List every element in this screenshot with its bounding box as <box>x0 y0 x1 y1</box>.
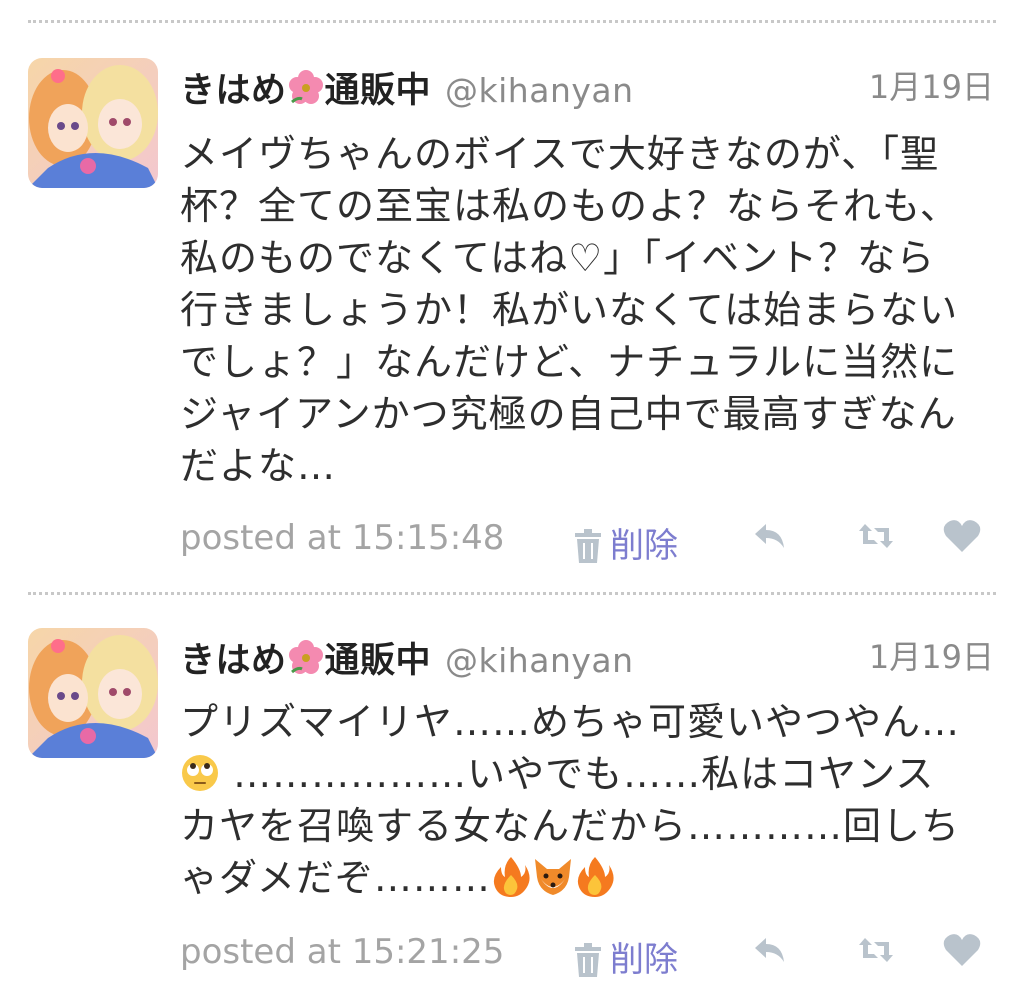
tweet-text-line: だよな… <box>180 444 337 488</box>
tweet-text-line: ゃダメだぞ……… <box>180 852 1000 904</box>
tweet-text-segment: ………………いやでも……私はコヤンス <box>220 752 935 796</box>
user-name-suffix: 通販中 <box>324 641 432 681</box>
tweet-text-line: プリズマイリヤ……めちゃ可愛いやつやん… <box>180 700 961 744</box>
tweet-text-line: 行きましょうか！私がいなくては始まらない <box>180 288 959 332</box>
delete-label: 削除 <box>610 940 678 980</box>
user-name-suffix: 通販中 <box>324 71 432 111</box>
tweet-text-line: でしょ？」なんだけど、ナチュラルに当然に <box>180 340 959 384</box>
hibiscus-icon <box>288 69 324 114</box>
user-name-text: きはめ <box>180 641 287 681</box>
tweet-date[interactable]: 1月19日 <box>869 62 994 108</box>
user-handle[interactable]: @kihanyan <box>445 641 634 680</box>
avatar[interactable] <box>28 58 158 188</box>
delete-label: 削除 <box>610 526 678 566</box>
divider <box>28 20 996 23</box>
reply-icon <box>755 524 784 548</box>
user-name[interactable]: きはめ 通販中 @kihanyan <box>180 62 634 114</box>
trash-icon <box>572 529 604 572</box>
like-button[interactable] <box>942 518 982 558</box>
hibiscus-icon <box>288 639 324 684</box>
fox-emoji <box>531 857 575 910</box>
tweet-footer: posted at 15:15:48 削除 <box>180 518 994 568</box>
tweet-footer: posted at 15:21:25 削除 <box>180 932 994 982</box>
rolling-eyes-emoji <box>180 753 220 806</box>
posted-time: posted at 15:15:48 <box>180 518 505 558</box>
trash-icon <box>572 943 604 982</box>
timeline: きはめ 通販中 @kihanyan 1月19日 メイヴちゃんのボイスで大好きなのが、… <box>0 0 1024 982</box>
retweet-button[interactable] <box>856 518 896 558</box>
tweet-text: メイヴちゃんのボイスで大好きなのが、「聖 杯？全ての至宝は私のものよ？ならそれも… <box>180 128 1000 492</box>
posted-time: posted at 15:21:25 <box>180 932 505 972</box>
tweet-header: きはめ 通販中 @kihanyan 1月19日 <box>180 630 994 686</box>
tweet-text-line: ジャイアンかつ究極の自己中で最高すぎなん <box>180 392 957 436</box>
user-handle[interactable]: @kihanyan <box>445 71 634 110</box>
tweet-header: きはめ 通販中 @kihanyan 1月19日 <box>180 60 994 116</box>
reply-icon <box>755 938 784 962</box>
avatar[interactable] <box>28 628 158 758</box>
heart-icon <box>943 520 981 552</box>
tweet-text-line: 私のものでなくてはね♡」「イベント？なら <box>180 236 936 280</box>
fire-emoji <box>491 855 531 910</box>
like-button[interactable] <box>942 932 982 972</box>
tweet-text: プリズマイリヤ……めちゃ可愛いやつやん… ………………いやでも……私はコヤンス … <box>180 696 1000 904</box>
heart-icon <box>943 934 981 966</box>
user-name[interactable]: きはめ 通販中 @kihanyan <box>180 632 634 684</box>
reply-button[interactable] <box>752 518 788 558</box>
tweet-text-line: カヤを召喚する女なんだから…………回しち <box>180 804 961 848</box>
tweet-text-segment: ゃダメだぞ……… <box>180 856 491 900</box>
divider <box>28 592 996 595</box>
tweet-text-line: 杯？全ての至宝は私のものよ？ならそれも、 <box>180 184 959 228</box>
tweet-text-line: メイヴちゃんのボイスで大好きなのが、「聖 <box>180 132 940 176</box>
delete-button[interactable]: 削除 <box>572 518 678 572</box>
tweet-text-line: ………………いやでも……私はコヤンス <box>180 748 1000 800</box>
tweet-date[interactable]: 1月19日 <box>869 632 994 678</box>
delete-button[interactable]: 削除 <box>572 932 678 982</box>
fire-emoji <box>575 855 615 910</box>
retweet-icon <box>859 938 893 962</box>
reply-button[interactable] <box>752 932 788 972</box>
retweet-button[interactable] <box>856 932 896 972</box>
retweet-icon <box>859 524 893 548</box>
user-name-text: きはめ <box>180 71 287 111</box>
